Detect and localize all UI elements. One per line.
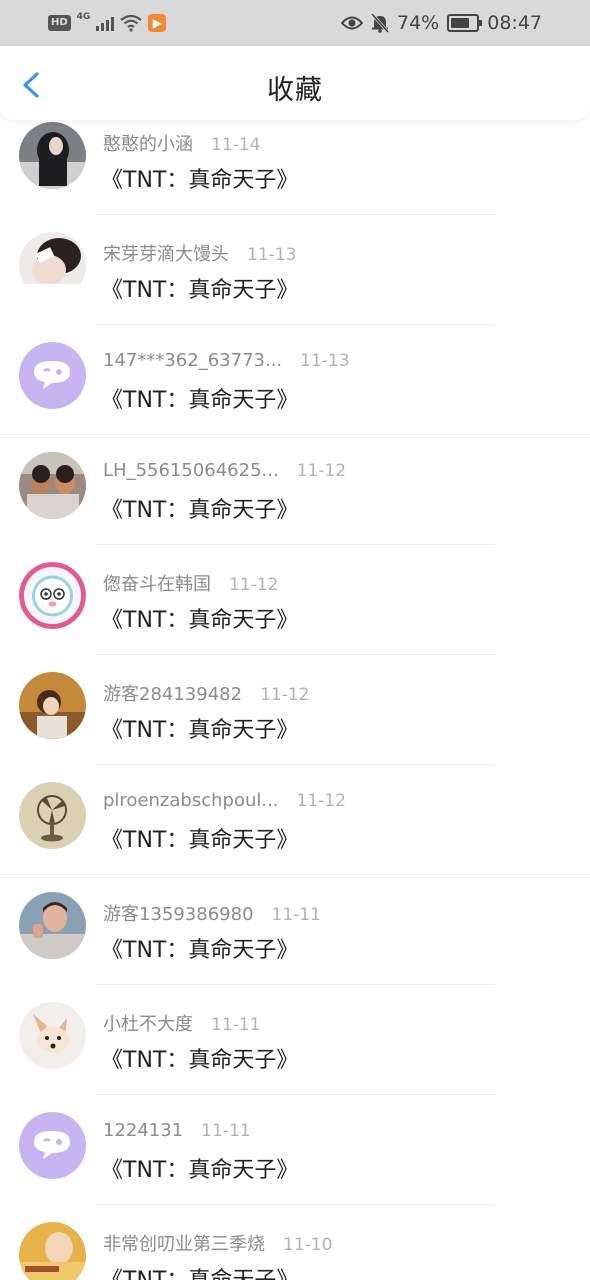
collect-date: 11-11 <box>271 905 321 925</box>
username[interactable]: 游客1359386980 11-11 <box>103 900 321 926</box>
battery-icon <box>447 14 483 32</box>
username-text[interactable]: LH_55615064625... <box>103 460 279 481</box>
list-item[interactable]: 非常创叨业第三季烧 11-10 《TNT：真命天子》 <box>0 1222 590 1280</box>
avatar[interactable] <box>19 892 86 959</box>
list-item[interactable]: 1224131 11-11 《TNT：真命天子》 <box>0 1112 590 1224</box>
avatar[interactable] <box>19 562 86 629</box>
divider <box>95 1204 495 1205</box>
list-item[interactable]: plroenzabschpoul... 11-12 《TNT：真命天子》 <box>0 782 590 894</box>
username-text[interactable]: plroenzabschpoul... <box>103 790 279 811</box>
username-text[interactable]: 宋芽芽滴大馒头 <box>103 244 229 265</box>
divider <box>95 984 495 985</box>
username-text[interactable]: 游客284139482 <box>103 684 242 705</box>
clock: 08:47 <box>487 12 542 34</box>
signal-icon <box>96 15 115 31</box>
collected-title[interactable]: 《TNT：真命天子》 <box>101 382 298 414</box>
avatar[interactable] <box>19 452 86 519</box>
divider <box>95 544 495 545</box>
status-right: 74% 08:47 <box>341 10 542 36</box>
username[interactable]: 小杜不大度 11-11 <box>103 1010 260 1036</box>
list-item[interactable]: 147***362_63773... 11-13 《TNT：真命天子》 <box>0 342 590 454</box>
hd-icon: HD <box>48 15 71 31</box>
collected-title[interactable]: 《TNT：真命天子》 <box>101 822 298 854</box>
divider <box>95 1094 495 1095</box>
avatar[interactable] <box>19 782 86 849</box>
collect-date: 11-13 <box>300 351 350 371</box>
list-item[interactable]: LH_55615064625... 11-12 《TNT：真命天子》 <box>0 452 590 564</box>
wifi-icon <box>120 14 143 32</box>
collect-date: 11-11 <box>201 1121 251 1141</box>
divider <box>95 764 495 765</box>
username[interactable]: 憨憨的小涵 11-14 <box>103 130 260 156</box>
avatar[interactable] <box>19 1222 86 1280</box>
battery-percent: 74% <box>397 12 440 34</box>
username[interactable]: 偬奋斗在韩国 11-12 <box>103 570 278 596</box>
collected-title[interactable]: 《TNT：真命天子》 <box>101 492 298 524</box>
collected-title[interactable]: 《TNT：真命天子》 <box>101 1262 298 1280</box>
username[interactable]: 非常创叨业第三季烧 11-10 <box>103 1230 332 1256</box>
username-text[interactable]: 偬奋斗在韩国 <box>103 574 211 595</box>
list-item[interactable]: 偬奋斗在韩国 11-12 《TNT：真命天子》 <box>0 562 590 674</box>
list-item[interactable]: 宋芽芽滴大馒头 11-13 《TNT：真命天子》 <box>0 232 590 344</box>
collect-date: 11-11 <box>211 1015 261 1035</box>
avatar[interactable] <box>19 1002 86 1069</box>
username-text[interactable]: 憨憨的小涵 <box>103 134 193 155</box>
username-text[interactable]: 1224131 <box>103 1120 183 1141</box>
app-notification-icon: ▶ <box>148 14 167 32</box>
collected-title[interactable]: 《TNT：真命天子》 <box>101 162 298 194</box>
username-text[interactable]: 147***362_63773... <box>103 350 282 371</box>
collected-title[interactable]: 《TNT：真命天子》 <box>101 602 298 634</box>
favorites-list[interactable]: 憨憨的小涵 11-14 《TNT：真命天子》 宋芽芽滴大馒头 11-13 《TNT：真命天… <box>0 120 590 1280</box>
collected-title[interactable]: 《TNT：真命天子》 <box>101 272 298 304</box>
divider <box>95 324 495 325</box>
username[interactable]: 宋芽芽滴大馒头 11-13 <box>103 240 296 266</box>
username-text[interactable]: 小杜不大度 <box>103 1014 193 1035</box>
collected-title[interactable]: 《TNT：真命天子》 <box>101 932 298 964</box>
divider <box>95 214 495 215</box>
collected-title[interactable]: 《TNT：真命天子》 <box>101 1042 298 1074</box>
username[interactable]: LH_55615064625... 11-12 <box>103 460 346 481</box>
list-item[interactable]: 游客1359386980 11-11 《TNT：真命天子》 <box>0 892 590 1004</box>
collect-date: 11-12 <box>260 685 310 705</box>
divider <box>0 874 590 875</box>
username-text[interactable]: 非常创叨业第三季烧 <box>103 1234 265 1255</box>
page-title: 收藏 <box>267 75 323 106</box>
status-left: HD 4G ▶ <box>48 12 167 34</box>
collect-date: 11-10 <box>283 1235 333 1255</box>
collect-date: 11-13 <box>247 245 297 265</box>
avatar[interactable] <box>19 232 86 299</box>
collected-title[interactable]: 《TNT：真命天子》 <box>101 712 298 744</box>
network-type: 4G <box>76 12 91 22</box>
nav-header: 收藏 <box>0 46 590 120</box>
list-item[interactable]: 游客284139482 11-12 《TNT：真命天子》 <box>0 672 590 784</box>
collect-date: 11-12 <box>229 575 279 595</box>
avatar[interactable] <box>19 672 86 739</box>
mute-bell-icon <box>371 13 389 33</box>
username[interactable]: 游客284139482 11-12 <box>103 680 309 706</box>
avatar[interactable] <box>19 1112 86 1179</box>
collect-date: 11-14 <box>211 135 261 155</box>
divider <box>95 654 495 655</box>
list-item[interactable]: 憨憨的小涵 11-14 《TNT：真命天子》 <box>0 122 590 234</box>
status-bar: HD 4G ▶ 74% 08:47 <box>0 0 590 46</box>
avatar[interactable] <box>19 342 86 409</box>
collect-date: 11-12 <box>296 791 346 811</box>
username[interactable]: 1224131 11-11 <box>103 1120 251 1141</box>
avatar[interactable] <box>19 122 86 189</box>
username[interactable]: 147***362_63773... 11-13 <box>103 350 350 371</box>
collect-date: 11-12 <box>296 461 347 481</box>
collected-title[interactable]: 《TNT：真命天子》 <box>101 1152 298 1184</box>
list-item[interactable]: 小杜不大度 11-11 《TNT：真命天子》 <box>0 1002 590 1114</box>
eye-icon <box>341 16 363 30</box>
divider <box>0 434 590 435</box>
username[interactable]: plroenzabschpoul... 11-12 <box>103 790 346 811</box>
username-text[interactable]: 游客1359386980 <box>103 904 254 925</box>
